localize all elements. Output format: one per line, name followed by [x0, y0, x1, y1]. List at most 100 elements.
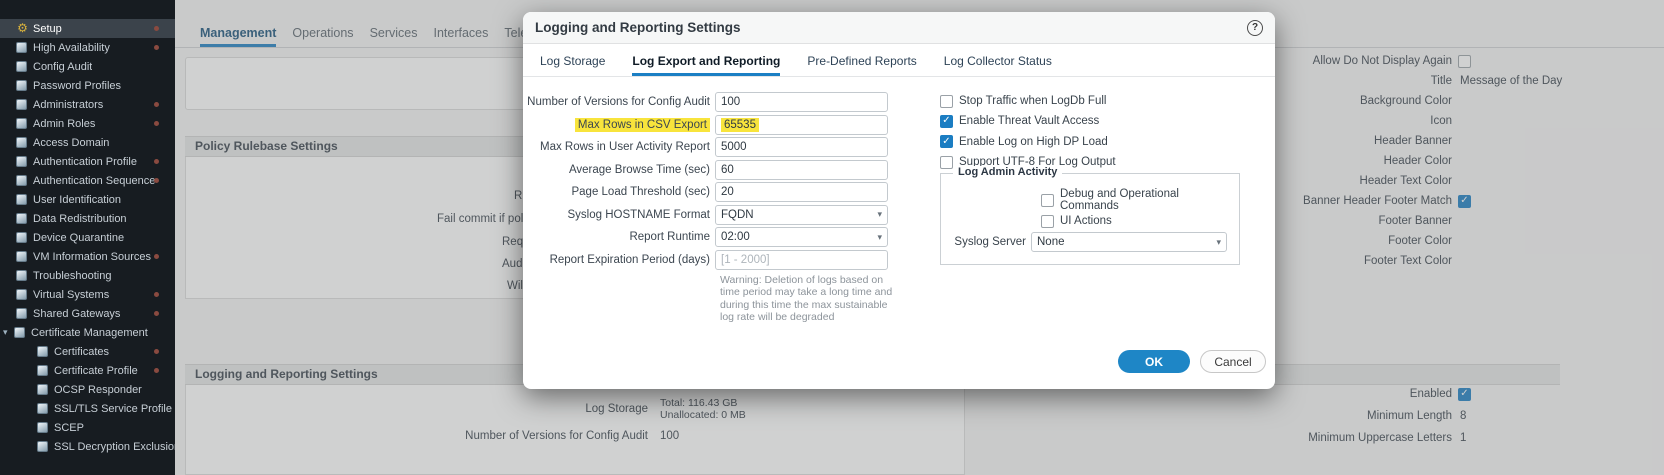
- sidebar-item-label: User Identification: [33, 194, 121, 206]
- max-rows-in-csv-export-input[interactable]: 65535: [715, 115, 888, 135]
- sidebar-item-label: High Availability: [33, 42, 110, 54]
- field-row: Number of Versions for Config Audit100: [523, 91, 888, 114]
- field-label: Syslog HOSTNAME Format: [523, 209, 715, 221]
- sidebar-item-setup[interactable]: ⚙Setup: [0, 19, 175, 38]
- virtual-systems-icon: [16, 289, 27, 300]
- sidebar-item-label: Troubleshooting: [33, 270, 111, 282]
- syslog-server-label: Syslog Server: [941, 236, 1031, 248]
- tab-pre-defined-reports[interactable]: Pre-Defined Reports: [807, 54, 916, 76]
- password-profiles-icon: [16, 80, 27, 91]
- scep-icon: [37, 422, 48, 433]
- field-label: Max Rows in User Activity Report: [523, 141, 715, 153]
- average-browse-time-input[interactable]: 60: [715, 160, 888, 180]
- checkbox-label: Enable Threat Vault Access: [959, 115, 1099, 127]
- shared-gateways-icon: [16, 308, 27, 319]
- sidebar-item-vm-information-sources[interactable]: VM Information Sources: [0, 247, 175, 266]
- logging-and-reporting-settings-dialog: Logging and Reporting Settings ? Log Sto…: [523, 12, 1275, 389]
- sidebar-item-certificates[interactable]: Certificates: [0, 342, 175, 361]
- syslog-hostname-format-select[interactable]: FQDN▾: [715, 205, 888, 225]
- ok-button[interactable]: OK: [1118, 350, 1190, 373]
- sidebar-item-label: Certificates: [54, 346, 109, 358]
- authentication-sequence-icon: [16, 175, 27, 186]
- checkbox-row: Stop Traffic when LogDb Full: [940, 91, 1116, 111]
- sidebar-item-ssl-decryption-exclusion[interactable]: SSL Decryption Exclusion: [0, 437, 175, 456]
- access-domain-icon: [16, 137, 27, 148]
- page-load-threshold-input[interactable]: 20: [715, 182, 888, 202]
- field-value: 65535: [721, 118, 759, 132]
- report-expiration-period-input[interactable]: [1 - 2000]: [715, 250, 888, 270]
- sidebar-item-label: SSL/TLS Service Profile: [54, 403, 172, 415]
- sidebar-item-label: Access Domain: [33, 137, 109, 149]
- tab-log-collector-status[interactable]: Log Collector Status: [944, 54, 1052, 76]
- user-identification-icon: [16, 194, 27, 205]
- sidebar-item-shared-gateways[interactable]: Shared Gateways: [0, 304, 175, 323]
- field-label: Report Expiration Period (days): [523, 254, 715, 266]
- sidebar-item-administrators[interactable]: Administrators: [0, 95, 175, 114]
- field-value: 60: [721, 164, 734, 176]
- checkbox-label: Enable Log on High DP Load: [959, 136, 1108, 148]
- syslog-server-select[interactable]: None▾: [1031, 232, 1227, 252]
- certificates-icon: [37, 346, 48, 357]
- administrators-icon: [16, 99, 27, 110]
- stop-traffic-when-logdb-full-checkbox[interactable]: [940, 95, 953, 108]
- sidebar-item-label: Authentication Sequence: [33, 175, 155, 187]
- support-utf8-for-log-output-checkbox[interactable]: [940, 156, 953, 169]
- sidebar-item-label: OCSP Responder: [54, 384, 142, 396]
- override-indicator-dot: [154, 349, 159, 354]
- sidebar-item-label: Admin Roles: [33, 118, 95, 130]
- override-indicator-dot: [154, 178, 159, 183]
- field-label: Max Rows in CSV Export: [523, 119, 715, 131]
- setup-gear-icon: ⚙: [16, 23, 29, 34]
- sidebar-item-scep[interactable]: SCEP: [0, 418, 175, 437]
- sidebar-item-authentication-sequence[interactable]: Authentication Sequence: [0, 171, 175, 190]
- max-rows-in-user-activity-report-input[interactable]: 5000: [715, 137, 888, 157]
- field-label: Number of Versions for Config Audit: [523, 96, 715, 108]
- sidebar-item-authentication-profile[interactable]: Authentication Profile: [0, 152, 175, 171]
- sidebar-item-label: VM Information Sources: [33, 251, 151, 263]
- enable-log-on-high-dp-load-checkbox[interactable]: ✓: [940, 135, 953, 148]
- sidebar-list: ⚙Setup High Availability Config Audit Pa…: [0, 19, 175, 456]
- export-settings-checkbox-column: Stop Traffic when LogDb Full ✓ Enable Thr…: [940, 91, 1116, 172]
- sidebar-item-data-redistribution[interactable]: Data Redistribution: [0, 209, 175, 228]
- field-row: Max Rows in CSV Export 65535: [523, 114, 888, 137]
- sidebar-item-access-domain[interactable]: Access Domain: [0, 133, 175, 152]
- tab-log-storage[interactable]: Log Storage: [540, 54, 605, 76]
- enable-threat-vault-access-checkbox[interactable]: ✓: [940, 115, 953, 128]
- sidebar-item-troubleshooting[interactable]: Troubleshooting: [0, 266, 175, 285]
- override-indicator-dot: [154, 26, 159, 31]
- sidebar-item-high-availability[interactable]: High Availability: [0, 38, 175, 57]
- field-value: FQDN: [721, 209, 754, 221]
- override-indicator-dot: [154, 254, 159, 259]
- checkbox-row: ✓ Enable Threat Vault Access: [940, 111, 1116, 131]
- report-runtime-select[interactable]: 02:00▾: [715, 227, 888, 247]
- sidebar-item-label: Password Profiles: [33, 80, 121, 92]
- chevron-down-icon: ▾: [877, 232, 882, 243]
- help-icon[interactable]: ?: [1247, 20, 1263, 36]
- cancel-button[interactable]: Cancel: [1200, 350, 1266, 373]
- collapse-chevron-icon[interactable]: ▾: [3, 327, 12, 338]
- dialog-titlebar: Logging and Reporting Settings ?: [523, 12, 1275, 44]
- ssl-tls-service-profile-icon: [37, 403, 48, 414]
- debug-and-operational-commands-checkbox[interactable]: [1041, 194, 1054, 207]
- sidebar-item-certificate-profile[interactable]: Certificate Profile: [0, 361, 175, 380]
- sidebar-item-device-quarantine[interactable]: Device Quarantine: [0, 228, 175, 247]
- sidebar-item-config-audit[interactable]: Config Audit: [0, 57, 175, 76]
- export-settings-form: Number of Versions for Config Audit100 M…: [523, 91, 888, 271]
- sidebar-item-user-identification[interactable]: User Identification: [0, 190, 175, 209]
- sidebar-item-virtual-systems[interactable]: Virtual Systems: [0, 285, 175, 304]
- sidebar-item-ocsp-responder[interactable]: OCSP Responder: [0, 380, 175, 399]
- tab-log-export-and-reporting[interactable]: Log Export and Reporting: [632, 54, 780, 76]
- sidebar-item-label: Config Audit: [33, 61, 92, 73]
- sidebar-item-label: Virtual Systems: [33, 289, 109, 301]
- sidebar-item-ssl-tls-service-profile[interactable]: SSL/TLS Service Profile: [0, 399, 175, 418]
- number-of-versions-for-config-audit-input[interactable]: 100: [715, 92, 888, 112]
- sidebar-item-admin-roles[interactable]: Admin Roles: [0, 114, 175, 133]
- field-label: Report Runtime: [523, 231, 715, 243]
- sidebar-item-certificate-management[interactable]: ▾Certificate Management: [0, 323, 175, 342]
- sidebar-item-password-profiles[interactable]: Password Profiles: [0, 76, 175, 95]
- admin-roles-icon: [16, 118, 27, 129]
- troubleshooting-icon: [16, 270, 27, 281]
- ui-actions-checkbox[interactable]: [1041, 215, 1054, 228]
- field-row: Report Expiration Period (days)[1 - 2000…: [523, 249, 888, 272]
- override-indicator-dot: [154, 102, 159, 107]
